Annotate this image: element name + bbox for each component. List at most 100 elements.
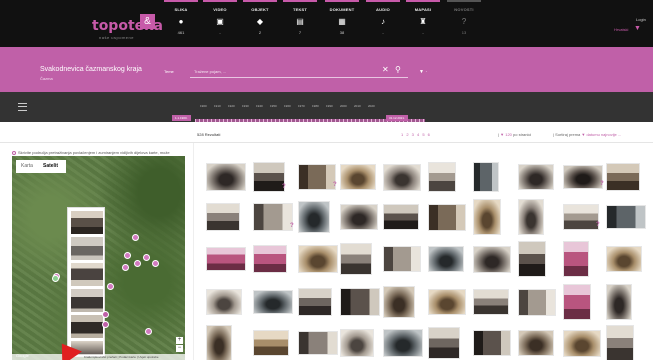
photo-thumbnail[interactable] — [341, 205, 377, 229]
photo-thumbnail[interactable] — [299, 289, 331, 315]
category-count: 38 — [339, 30, 345, 35]
timeline-start-handle[interactable]: 1.1.1900. — [172, 115, 191, 121]
map-marker[interactable] — [52, 275, 59, 282]
photo-thumbnail[interactable] — [519, 289, 555, 315]
photo-thumbnail[interactable] — [607, 326, 633, 360]
map-marker[interactable] — [107, 283, 114, 290]
photo-thumbnail[interactable] — [384, 164, 420, 190]
photo-thumbnail[interactable] — [384, 287, 414, 317]
photo-thumbnail[interactable] — [254, 331, 288, 355]
map-marker[interactable] — [122, 264, 129, 271]
photo-thumbnail[interactable] — [607, 206, 645, 228]
pagination[interactable]: 1 2 3 4 5 6 — [401, 132, 431, 137]
photo-thumbnail[interactable] — [474, 246, 510, 272]
category-tab-audio[interactable]: AUDIO ♪ - — [366, 0, 400, 47]
photo-thumbnail[interactable] — [384, 205, 418, 229]
clear-icon[interactable]: ✕ — [382, 65, 389, 74]
category-tab-slika[interactable]: SLIKA ● 461 — [164, 0, 198, 47]
map-marker[interactable] — [124, 252, 131, 259]
map-thumbnail[interactable] — [71, 315, 103, 338]
photo-thumbnail[interactable] — [429, 163, 455, 191]
photo-thumbnail[interactable] — [341, 289, 379, 315]
photo-thumbnail[interactable] — [564, 330, 600, 356]
photo-thumbnail[interactable] — [564, 285, 590, 319]
map-attribution[interactable]: Kratki tipkovnički prečaci | Podaci kart… — [84, 355, 159, 359]
photo-thumbnail[interactable] — [474, 200, 500, 234]
sort-value[interactable]: ▼ datumu najnovije ... — [581, 132, 621, 137]
search-icon[interactable]: ⚲ — [395, 65, 401, 74]
photo-thumbnail[interactable] — [207, 204, 239, 230]
photo-thumbnail[interactable] — [207, 164, 245, 190]
chevron-down-icon[interactable]: ▼ — [634, 25, 641, 32]
language-selector[interactable]: Hrvatski — [614, 27, 628, 32]
photo-thumbnail[interactable] — [429, 290, 465, 314]
photo-thumbnail[interactable] — [254, 163, 284, 191]
map-marker[interactable] — [134, 260, 141, 267]
photo-thumbnail[interactable] — [607, 285, 631, 319]
hamburger-menu-icon[interactable] — [18, 103, 27, 111]
category-tab-dokument[interactable]: DOKUMENT ▦ 38 — [325, 0, 359, 47]
photo-thumbnail[interactable] — [207, 248, 245, 270]
photo-thumbnail[interactable] — [564, 166, 602, 188]
search-input[interactable]: Tražene pojam, ... ✕ ⚲ — [190, 65, 408, 78]
photo-thumbnail[interactable] — [564, 205, 598, 229]
photo-thumbnail[interactable] — [299, 202, 329, 232]
photo-thumbnail[interactable] — [384, 247, 420, 271]
photo-thumbnail[interactable] — [564, 242, 588, 276]
category-tab-novosti[interactable]: NOVOSTI ? 13 — [447, 0, 481, 47]
photo-thumbnail[interactable] — [607, 247, 641, 271]
photo-thumbnail[interactable] — [299, 246, 337, 272]
map-marker[interactable] — [132, 234, 139, 241]
map-cluster-preview[interactable] — [67, 207, 105, 357]
tab-satellite[interactable]: Satelit — [43, 163, 58, 169]
photo-thumbnail[interactable] — [254, 246, 286, 272]
sort-selector[interactable]: | Sortiraj prema ▼ datumu najnovije ... — [553, 132, 621, 137]
search-scope-label[interactable]: Teme — [164, 69, 174, 74]
category-tab-objekt[interactable]: OBJEKT ◆ 2 — [243, 0, 277, 47]
search-options-button[interactable]: ▼ · — [419, 69, 427, 75]
photo-thumbnail[interactable] — [519, 331, 553, 355]
per-page-value[interactable]: ▼ 120 — [500, 132, 512, 137]
photo-thumbnail[interactable] — [299, 165, 335, 189]
map-marker[interactable] — [145, 328, 152, 335]
zoom-out-button[interactable]: − — [176, 345, 183, 352]
category-tab-mapasi[interactable]: MAPASI ♜ - — [406, 0, 440, 47]
category-tab-video[interactable]: VIDEO ▣ - — [203, 0, 237, 47]
map-marker[interactable] — [152, 260, 159, 267]
photo-thumbnail[interactable] — [207, 326, 231, 360]
photo-thumbnail[interactable] — [607, 164, 639, 190]
photo-thumbnail[interactable] — [474, 331, 510, 355]
satellite-map[interactable]: Karta Satelit + − Kratki tipkovnički pre… — [12, 156, 185, 360]
map-filter-toggle[interactable]: Skrivite područja pretraživanja povlačen… — [12, 150, 170, 155]
photo-thumbnail[interactable] — [207, 290, 241, 314]
collection-title[interactable]: Svakodnevica čazmanskog kraja — [40, 66, 142, 73]
photo-thumbnail[interactable] — [519, 242, 545, 276]
photo-thumbnail[interactable] — [474, 290, 508, 314]
photo-thumbnail[interactable] — [341, 330, 373, 356]
map-thumbnail[interactable] — [71, 263, 103, 286]
photo-thumbnail[interactable] — [429, 328, 459, 358]
login-link[interactable]: Login — [636, 17, 646, 22]
zoom-in-button[interactable]: + — [176, 337, 183, 344]
map-thumbnail[interactable] — [71, 289, 103, 312]
map-marker[interactable] — [143, 254, 150, 261]
photo-thumbnail[interactable] — [341, 244, 371, 274]
photo-thumbnail[interactable] — [519, 165, 553, 189]
photo-thumbnail[interactable] — [341, 165, 375, 189]
photo-thumbnail[interactable] — [474, 163, 498, 191]
photo-thumbnail[interactable] — [429, 247, 463, 271]
photo-thumbnail[interactable] — [299, 332, 337, 354]
photo-thumbnail[interactable] — [254, 291, 292, 313]
map-thumbnail[interactable] — [71, 237, 103, 260]
map-thumbnail[interactable] — [71, 211, 103, 234]
photo-thumbnail[interactable] — [429, 204, 465, 230]
per-page-selector[interactable]: | ▼ 120 po stranici — [498, 132, 531, 137]
tab-map[interactable]: Karta — [21, 163, 33, 169]
photo-thumbnail[interactable] — [254, 204, 292, 230]
category-tab-tekst[interactable]: TEKST ▤ 7 — [283, 0, 317, 47]
photo-thumbnail[interactable] — [384, 330, 422, 356]
timeline-end-handle[interactable]: 31.12.2021. — [386, 115, 408, 121]
photo-thumbnail[interactable] — [519, 200, 543, 234]
year-label: 1940 — [256, 104, 263, 108]
radio-icon[interactable] — [12, 150, 16, 155]
